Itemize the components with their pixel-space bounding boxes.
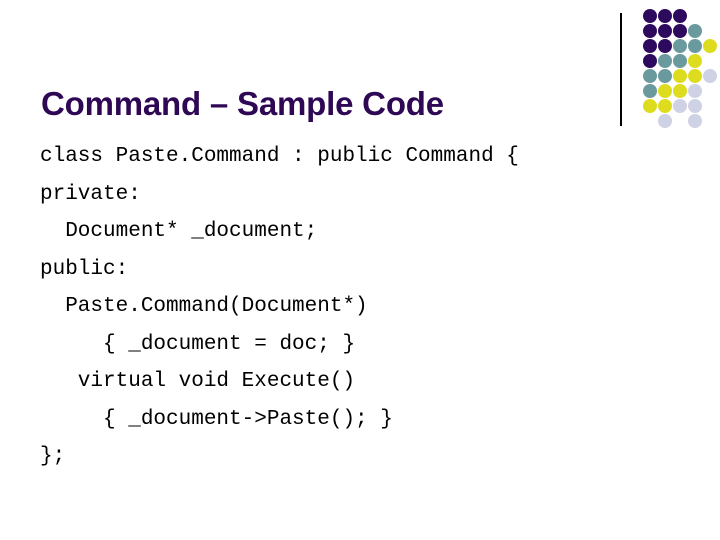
decorative-dot <box>643 39 657 53</box>
code-line: { _document->Paste(); } <box>40 407 393 431</box>
decorative-dot <box>703 69 717 83</box>
decorative-dot <box>643 84 657 98</box>
code-line: Document* _document; <box>40 220 318 243</box>
decorative-dot <box>643 54 657 68</box>
decorative-dot <box>688 69 702 83</box>
decorative-dot <box>643 24 657 38</box>
decorative-dot <box>658 9 672 23</box>
code-line: { _document = doc; } <box>40 332 356 356</box>
decorative-dot <box>688 84 702 98</box>
code-line: class Paste.Command : public Command { <box>40 145 519 168</box>
decorative-dot <box>658 99 672 113</box>
decorative-dot <box>658 54 672 68</box>
decorative-dot <box>658 24 672 38</box>
code-line: Paste.Command(Document*) <box>40 295 368 318</box>
decorative-dot <box>703 39 717 53</box>
page-title: Command – Sample Code <box>41 85 444 123</box>
decorative-dot <box>658 114 672 128</box>
decorative-dot <box>688 39 702 53</box>
decorative-dot <box>688 99 702 113</box>
decorative-dot <box>688 54 702 68</box>
decorative-dot <box>658 69 672 83</box>
decorative-dot <box>673 24 687 38</box>
code-line: virtual void Execute() <box>40 370 356 393</box>
decorative-dot <box>673 9 687 23</box>
slide-canvas: Command – Sample Code class Paste.Comman… <box>0 0 720 540</box>
decorative-dot <box>688 114 702 128</box>
decorative-dot-grid <box>643 9 720 128</box>
code-line: public: <box>40 257 129 281</box>
decorative-dot <box>673 69 687 83</box>
decorative-dot <box>673 54 687 68</box>
decorative-dot <box>643 99 657 113</box>
decorative-dot <box>673 39 687 53</box>
decorative-dot <box>673 99 687 113</box>
code-block: class Paste.Command : public Command { pr… <box>40 138 660 476</box>
decorative-dot <box>643 69 657 83</box>
decorative-dot <box>673 84 687 98</box>
code-line: }; <box>40 445 66 468</box>
decorative-dot <box>688 24 702 38</box>
decorative-dot <box>643 9 657 23</box>
vertical-rule-divider <box>620 13 622 126</box>
decorative-dot <box>658 39 672 53</box>
decorative-dot <box>658 84 672 98</box>
code-line: private: <box>40 182 141 206</box>
